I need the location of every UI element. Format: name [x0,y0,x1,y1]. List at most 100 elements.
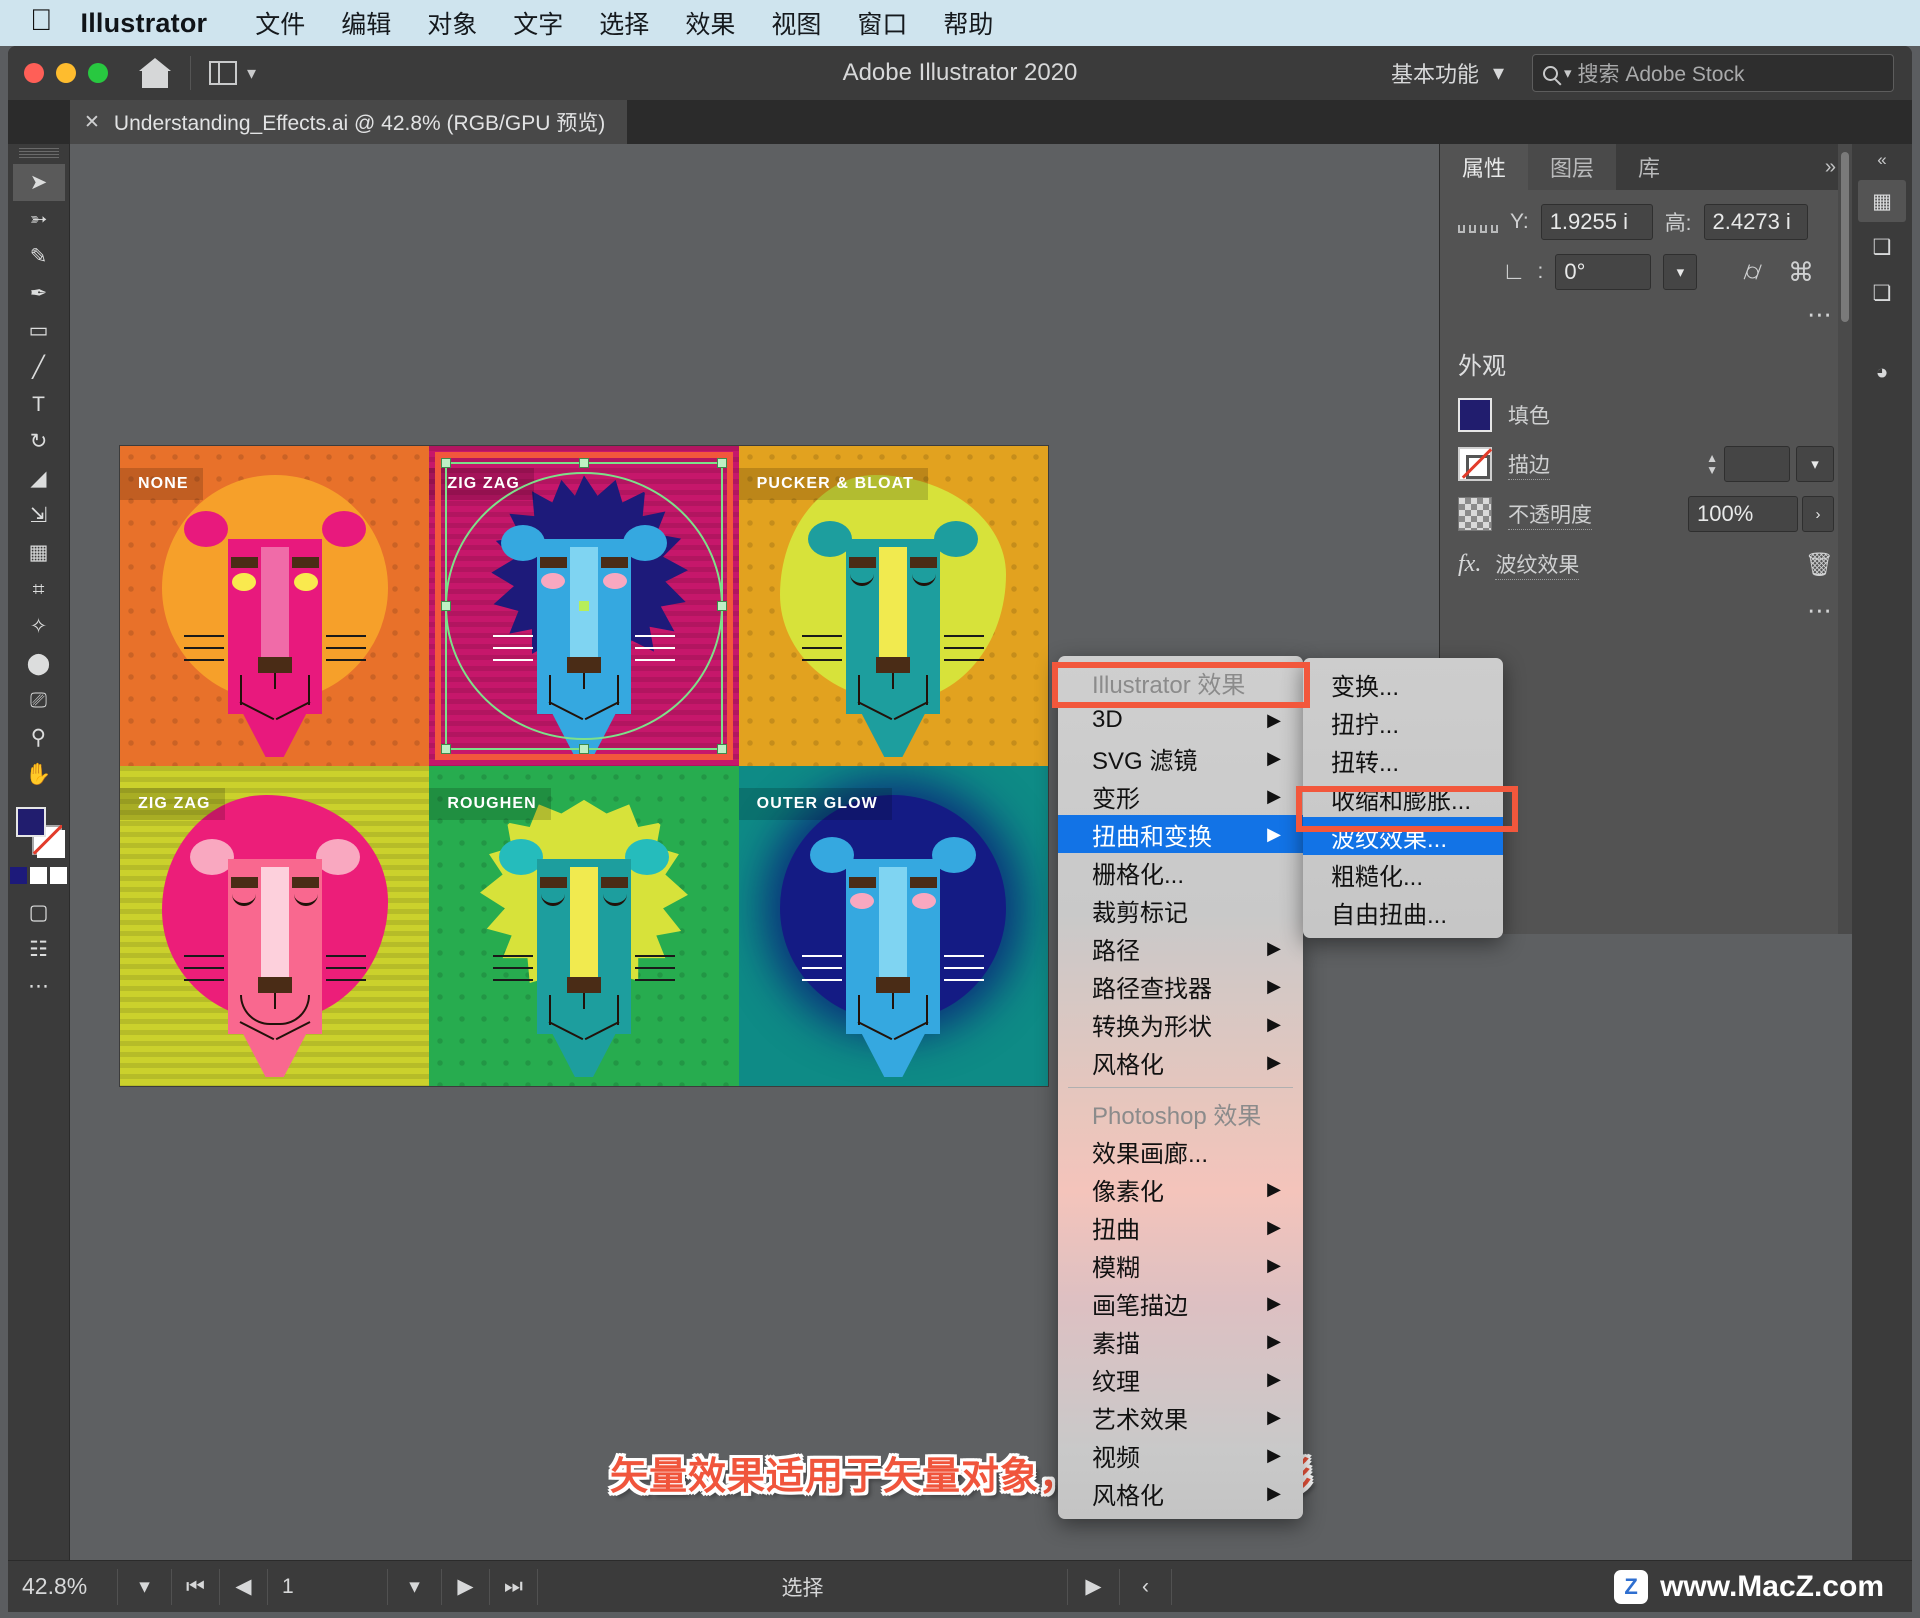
last-page-icon[interactable]: ⏭ [490,1568,538,1605]
menu-item-3d[interactable]: 3D ▶ [1058,701,1303,739]
artwork-cell[interactable]: PUCKER & BLOAT [738,446,1048,766]
next-page-icon[interactable]: ▶ [442,1568,490,1605]
chevron-left-icon[interactable]: ‹ [1120,1568,1172,1605]
fill-row[interactable]: 填色 [1440,391,1852,439]
stroke-weight-stepper[interactable]: ▲ ▼ [1706,452,1718,476]
eraser-tool[interactable]: ◢ [13,460,65,497]
hand-tool[interactable]: ✋ [13,756,65,793]
arrange-documents-icon[interactable] [209,61,237,85]
chevron-down-icon[interactable]: ▾ [1663,254,1698,290]
rectangle-tool[interactable]: ▭ [13,312,65,349]
play-icon[interactable]: ▶ [1068,1568,1120,1605]
menu-file[interactable]: 文件 [237,5,323,41]
menu-item-pathfinder[interactable]: 路径查找器 ▶ [1058,967,1303,1005]
more-options-icon[interactable]: ⋯ [1807,300,1834,330]
pen-tool[interactable]: ✎ [13,238,65,275]
menu-item-brush-strokes[interactable]: 画笔描边 ▶ [1058,1284,1303,1322]
opacity-swatch[interactable] [1458,497,1492,531]
menu-view[interactable]: 视图 [753,5,839,41]
menu-item-stylize[interactable]: 风格化 ▶ [1058,1043,1303,1081]
lion-illustration[interactable] [459,787,709,1078]
layers-dock-icon[interactable]: ❑ [1858,226,1906,268]
menu-help[interactable]: 帮助 [925,5,1011,41]
artwork-cell-selected[interactable]: ZIG ZAG [429,446,739,766]
artwork-cell[interactable]: ZIG ZAG [120,766,430,1086]
submenu-item-tweak[interactable]: 扭拧... [1303,703,1503,741]
edit-toolbar-tool[interactable]: ☷ [13,931,65,968]
flip-horizontal-icon[interactable]: ⌭ [1743,256,1762,288]
curvature-tool[interactable]: ✒ [13,275,65,312]
lion-illustration[interactable] [768,467,1018,758]
properties-scrollbar[interactable] [1838,144,1852,934]
artwork-cell[interactable]: OUTER GLOW [738,766,1048,1086]
artboard[interactable]: NONE ZIG ZAG PUCKER & BLOAT ZIG ZAG ROUG… [120,446,1048,1086]
gradient-swatch-icon[interactable] [30,867,47,884]
tab-libraries[interactable]: 库 [1616,144,1682,190]
prev-page-icon[interactable]: ◀ [220,1568,268,1605]
scale-tool[interactable]: ⇲ [13,497,65,534]
zoom-level-display[interactable]: 42.8% [8,1568,118,1605]
stroke-row[interactable]: 描边 ▲ ▼ ▾ [1440,439,1852,489]
menu-item-effect-gallery[interactable]: 效果画廊... [1058,1132,1303,1170]
direct-selection-tool[interactable]: ➳ [13,201,65,238]
submenu-item-transform[interactable]: 变换... [1303,665,1503,703]
submenu-item-pucker-bloat[interactable]: 收缩和膨胀... [1303,779,1503,817]
lion-illustration[interactable] [150,467,400,758]
submenu-item-zig-zag[interactable]: 波纹效果... [1303,817,1503,855]
more-tools[interactable]: ⋯ [13,968,65,1005]
close-icon[interactable]: ✕ [84,111,100,134]
menu-item-convert-to-shape[interactable]: 转换为形状 ▶ [1058,1005,1303,1043]
trash-icon[interactable]: 🗑 [1805,551,1834,578]
effects-dropdown-menu[interactable]: Illustrator 效果 3D ▶ SVG 滤镜 ▶ 变形 ▶ 扭曲和变换 ▶ 栅格… [1058,656,1303,1519]
menu-edit[interactable]: 编辑 [323,5,409,41]
rotate-tool[interactable]: ↻ [13,423,65,460]
window-controls[interactable] [24,63,108,83]
artwork-cell[interactable]: NONE [120,446,430,766]
menu-item-rasterize[interactable]: 栅格化... [1058,853,1303,891]
fill-swatch[interactable] [15,807,46,837]
effect-row[interactable]: fx. 波纹效果 🗑 [1440,539,1852,590]
page-dropdown-caret[interactable]: ▾ [388,1568,442,1605]
submenu-item-twist[interactable]: 扭转... [1303,741,1503,779]
menu-item-pixelate[interactable]: 像素化 ▶ [1058,1170,1303,1208]
workspace-switcher[interactable]: 基本功能 ▾ [1377,57,1518,89]
reference-point-icon[interactable] [1458,211,1498,233]
apple-icon[interactable]:  [30,6,53,36]
menu-item-stylize-ps[interactable]: 风格化 ▶ [1058,1474,1303,1512]
shape-builder-tool[interactable]: ⬤ [13,645,65,682]
none-swatch-icon[interactable] [50,867,67,884]
submenu-item-roughen[interactable]: 粗糙化... [1303,855,1503,893]
color-guide-dock-icon[interactable]: ◕ [1858,352,1906,394]
menu-item-blur[interactable]: 模糊 ▶ [1058,1246,1303,1284]
blend-tool[interactable]: ✧ [13,608,65,645]
menu-item-artistic[interactable]: 艺术效果 ▶ [1058,1398,1303,1436]
change-screen-mode-tool[interactable]: ▢ [13,894,65,931]
chevron-down-icon[interactable]: ▾ [1796,446,1834,482]
artboard-tool[interactable]: ⎚ [13,682,65,719]
more-options-icon[interactable]: ⋯ [1807,596,1834,626]
opacity-row[interactable]: 不透明度 100% › [1440,489,1852,539]
submenu-item-free-distort[interactable]: 自由扭曲... [1303,893,1503,931]
chevron-down-icon[interactable]: ▾ [1564,64,1572,82]
page-number-input[interactable]: 1 [268,1568,388,1605]
paintbrush-tool[interactable]: ╱ [13,349,65,386]
distort-transform-submenu[interactable]: 变换... 扭拧... 扭转... 收缩和膨胀... 波纹效果... 粗糙化..… [1303,658,1503,938]
menu-select[interactable]: 选择 [581,5,667,41]
height-input[interactable]: 2.4273 i [1703,204,1808,240]
search-adobe-stock-input[interactable]: ▾ 搜索 Adobe Stock [1532,54,1894,92]
fill-color-swatch[interactable] [1458,398,1492,432]
zoom-dropdown-caret[interactable]: ▾ [118,1568,172,1605]
chevrons-left-icon[interactable]: « [1877,150,1886,170]
menu-item-distort[interactable]: 扭曲 ▶ [1058,1208,1303,1246]
chevron-right-icon[interactable]: › [1802,496,1834,532]
color-swatch-icon[interactable] [10,867,27,884]
close-window-button[interactable] [24,63,44,83]
tab-properties[interactable]: 属性 [1440,144,1529,190]
angle-input[interactable]: 0° [1555,254,1652,290]
menu-type[interactable]: 文字 [495,5,581,41]
gradient-tool[interactable]: ▦ [13,534,65,571]
opacity-input[interactable]: 100% [1688,496,1798,532]
menu-item-texture[interactable]: 纹理 ▶ [1058,1360,1303,1398]
menu-object[interactable]: 对象 [409,5,495,41]
lion-illustration[interactable] [150,787,400,1078]
